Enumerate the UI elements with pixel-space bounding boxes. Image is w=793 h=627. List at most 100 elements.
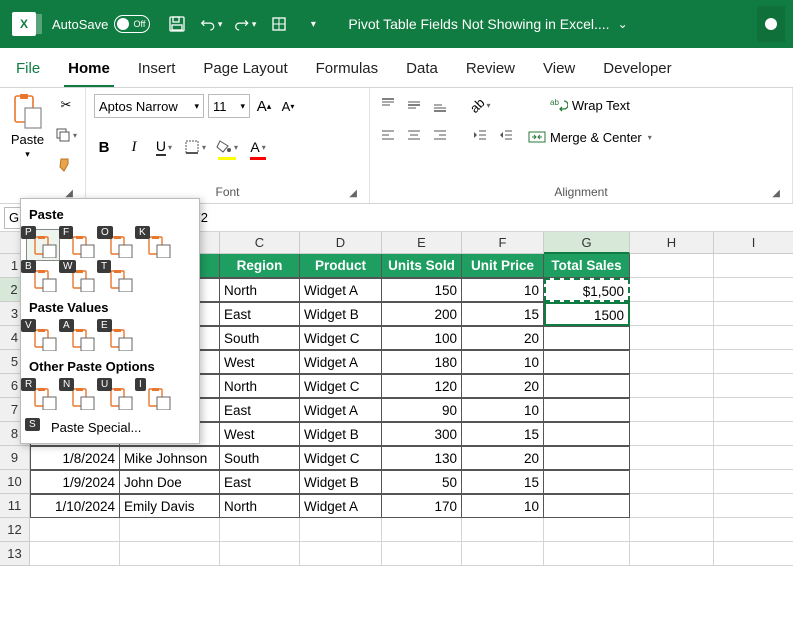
cell-A9[interactable]: 1/8/2024 bbox=[30, 446, 120, 470]
paste-option-t[interactable]: T bbox=[103, 264, 135, 294]
paste-option-e[interactable]: E bbox=[103, 323, 135, 353]
font-color-button[interactable]: A▾ bbox=[248, 136, 268, 158]
paste-option-v[interactable]: V bbox=[27, 323, 59, 353]
cell-C13[interactable] bbox=[220, 542, 300, 566]
cell-A10[interactable]: 1/9/2024 bbox=[30, 470, 120, 494]
bold-button[interactable]: B bbox=[94, 136, 114, 158]
paste-option-a[interactable]: A bbox=[65, 323, 97, 353]
cell-D4[interactable]: Widget C bbox=[300, 326, 382, 350]
redo-icon[interactable]: ▾ bbox=[234, 13, 256, 35]
cell-E7[interactable]: 90 bbox=[382, 398, 462, 422]
cell-I8[interactable] bbox=[714, 422, 793, 446]
cell-F8[interactable]: 15 bbox=[462, 422, 544, 446]
orientation-icon[interactable]: ab▾ bbox=[470, 94, 490, 116]
paste-option-o[interactable]: O bbox=[103, 230, 135, 260]
save-icon[interactable] bbox=[166, 13, 188, 35]
cell-I7[interactable] bbox=[714, 398, 793, 422]
cell-C6[interactable]: North bbox=[220, 374, 300, 398]
cell-G2[interactable]: $1,500 bbox=[544, 278, 630, 302]
col-header-F[interactable]: F bbox=[462, 232, 544, 254]
cell-H9[interactable] bbox=[630, 446, 714, 470]
cell-F10[interactable]: 15 bbox=[462, 470, 544, 494]
cell-H12[interactable] bbox=[630, 518, 714, 542]
cell-A13[interactable] bbox=[30, 542, 120, 566]
undo-icon[interactable]: ▾ bbox=[200, 13, 222, 35]
align-right-icon[interactable] bbox=[430, 124, 450, 146]
cell-D5[interactable]: Widget A bbox=[300, 350, 382, 374]
cut-icon[interactable]: ✂ bbox=[56, 94, 76, 116]
cell-I4[interactable] bbox=[714, 326, 793, 350]
paste-option-i[interactable]: I bbox=[141, 382, 173, 412]
dialog-launcher-icon[interactable]: ◢ bbox=[349, 188, 357, 199]
cell-H5[interactable] bbox=[630, 350, 714, 374]
cell-F5[interactable]: 10 bbox=[462, 350, 544, 374]
cell-E11[interactable]: 170 bbox=[382, 494, 462, 518]
cell-A12[interactable] bbox=[30, 518, 120, 542]
tab-view[interactable]: View bbox=[539, 52, 579, 87]
paste-option-b[interactable]: B bbox=[27, 264, 59, 294]
help-button[interactable] bbox=[757, 6, 785, 42]
cell-D12[interactable] bbox=[300, 518, 382, 542]
cell-G11[interactable] bbox=[544, 494, 630, 518]
cell-C8[interactable]: West bbox=[220, 422, 300, 446]
cell-C5[interactable]: West bbox=[220, 350, 300, 374]
title-chevron-icon[interactable]: ⌄ bbox=[618, 17, 628, 31]
row-header-9[interactable]: 9 bbox=[0, 446, 30, 470]
paste-button[interactable]: Paste ▾ bbox=[8, 94, 47, 160]
cell-I13[interactable] bbox=[714, 542, 793, 566]
cell-I10[interactable] bbox=[714, 470, 793, 494]
format-painter-icon[interactable] bbox=[56, 154, 76, 176]
cell-I9[interactable] bbox=[714, 446, 793, 470]
cell-F2[interactable]: 10 bbox=[462, 278, 544, 302]
cell-F1[interactable]: Unit Price bbox=[462, 254, 544, 278]
cell-D2[interactable]: Widget A bbox=[300, 278, 382, 302]
cell-I6[interactable] bbox=[714, 374, 793, 398]
cell-H6[interactable] bbox=[630, 374, 714, 398]
cell-B12[interactable] bbox=[120, 518, 220, 542]
paste-option-r[interactable]: R bbox=[27, 382, 59, 412]
tab-review[interactable]: Review bbox=[462, 52, 519, 87]
tab-page-layout[interactable]: Page Layout bbox=[199, 52, 291, 87]
cell-G4[interactable] bbox=[544, 326, 630, 350]
cell-D9[interactable]: Widget C bbox=[300, 446, 382, 470]
increase-font-icon[interactable]: A▴ bbox=[254, 95, 274, 117]
cell-B13[interactable] bbox=[120, 542, 220, 566]
cell-C2[interactable]: North bbox=[220, 278, 300, 302]
align-left-icon[interactable] bbox=[378, 124, 398, 146]
cell-C7[interactable]: East bbox=[220, 398, 300, 422]
tab-developer[interactable]: Developer bbox=[599, 52, 675, 87]
paste-option-k[interactable]: K bbox=[141, 230, 173, 260]
cell-H10[interactable] bbox=[630, 470, 714, 494]
cell-C1[interactable]: Region bbox=[220, 254, 300, 278]
chevron-down-icon[interactable]: ▾ bbox=[25, 149, 30, 160]
col-header-H[interactable]: H bbox=[630, 232, 714, 254]
cell-E4[interactable]: 100 bbox=[382, 326, 462, 350]
increase-indent-icon[interactable] bbox=[496, 124, 516, 146]
cell-F11[interactable]: 10 bbox=[462, 494, 544, 518]
qat-dropdown-icon[interactable]: ▾ bbox=[302, 13, 324, 35]
cell-G1[interactable]: Total Sales bbox=[544, 254, 630, 278]
cell-E12[interactable] bbox=[382, 518, 462, 542]
paste-option-u[interactable]: U bbox=[103, 382, 135, 412]
cell-C3[interactable]: East bbox=[220, 302, 300, 326]
row-header-13[interactable]: 13 bbox=[0, 542, 30, 566]
cell-F4[interactable]: 20 bbox=[462, 326, 544, 350]
cell-D6[interactable]: Widget C bbox=[300, 374, 382, 398]
wrap-text-button[interactable]: ab Wrap Text bbox=[528, 94, 652, 116]
border-button[interactable]: ▾ bbox=[184, 136, 206, 158]
cell-G6[interactable] bbox=[544, 374, 630, 398]
align-bottom-icon[interactable] bbox=[430, 94, 450, 116]
cell-H4[interactable] bbox=[630, 326, 714, 350]
cell-B11[interactable]: Emily Davis bbox=[120, 494, 220, 518]
row-header-10[interactable]: 10 bbox=[0, 470, 30, 494]
paste-special-button[interactable]: S Paste Special... bbox=[27, 414, 193, 437]
tab-home[interactable]: Home bbox=[64, 52, 114, 87]
cell-C11[interactable]: North bbox=[220, 494, 300, 518]
cell-H8[interactable] bbox=[630, 422, 714, 446]
cell-E9[interactable]: 130 bbox=[382, 446, 462, 470]
tab-insert[interactable]: Insert bbox=[134, 52, 180, 87]
merge-center-button[interactable]: Merge & Center▾ bbox=[528, 126, 652, 148]
align-center-icon[interactable] bbox=[404, 124, 424, 146]
tab-formulas[interactable]: Formulas bbox=[312, 52, 383, 87]
cell-C4[interactable]: South bbox=[220, 326, 300, 350]
